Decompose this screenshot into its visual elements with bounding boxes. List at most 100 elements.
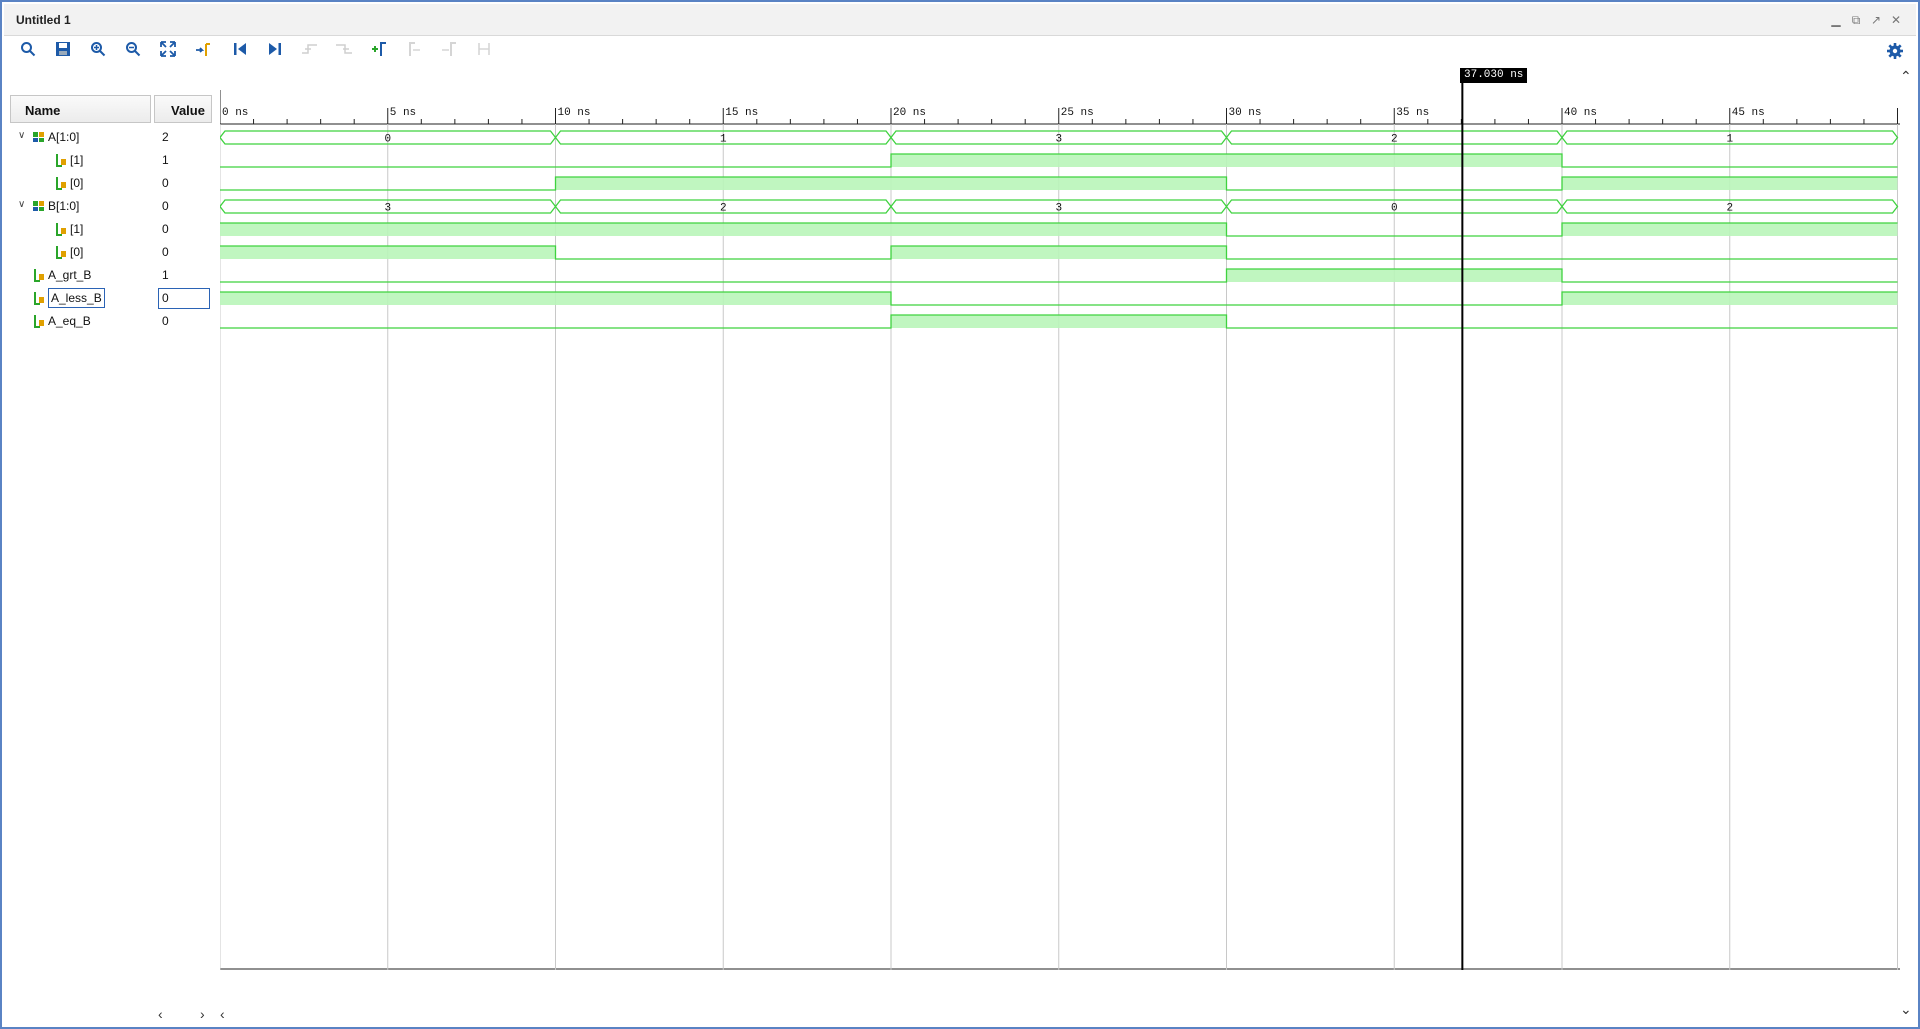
signal-name[interactable]: A[1:0]: [48, 130, 79, 144]
restore-icon[interactable]: ⧉: [1848, 12, 1864, 28]
scroll-up-icon[interactable]: ⌃: [1900, 68, 1912, 85]
signal-row[interactable]: A_eq_B 0: [10, 310, 214, 333]
time-tick-label: 30 ns: [1229, 107, 1262, 119]
time-tick-label: 45 ns: [1732, 107, 1765, 119]
bus-value-label: 2: [1726, 203, 1733, 215]
bus-value-label: 1: [1726, 134, 1733, 146]
zoom-fit-button[interactable]: [157, 40, 179, 61]
go-to-cursor-icon: [195, 41, 211, 62]
expand-chevron-icon[interactable]: ∨: [18, 130, 30, 142]
go-to-cursor-button[interactable]: [192, 41, 214, 61]
previous-transition-icon: [301, 41, 319, 62]
high-level-fill: [220, 292, 891, 305]
signal-value: 0: [162, 199, 169, 213]
bus-value-label: 0: [384, 134, 391, 146]
next-transition-icon: [335, 41, 353, 62]
bit-signal-icon: [54, 153, 68, 167]
go-to-end-button[interactable]: [264, 41, 286, 61]
bus-value-label: 3: [384, 203, 391, 215]
high-level-fill: [1562, 292, 1898, 305]
maximize-icon[interactable]: ↗: [1868, 12, 1884, 28]
high-level-fill: [555, 177, 1227, 190]
signal-row[interactable]: [1] 1: [10, 149, 214, 172]
time-tick-label: 10 ns: [558, 107, 591, 119]
high-level-fill: [220, 223, 1227, 236]
zoom-in-icon: [90, 41, 106, 62]
signal-name[interactable]: [1]: [70, 222, 83, 236]
time-tick-label: 35 ns: [1396, 107, 1429, 119]
swap-cursors-button[interactable]: [473, 41, 495, 61]
signal-row[interactable]: [0] 0: [10, 172, 214, 195]
minimize-icon[interactable]: ▁: [1828, 12, 1844, 28]
bit-signal-icon: [32, 268, 46, 282]
swap-cursors-icon: [476, 41, 492, 62]
wave-scroll-left-icon[interactable]: ‹: [220, 1006, 225, 1022]
add-marker-button[interactable]: [368, 41, 390, 61]
signal-row[interactable]: A_grt_B 1: [10, 264, 214, 287]
value-column-header[interactable]: Value: [154, 95, 212, 123]
bit-signal-icon: [54, 222, 68, 236]
time-tick-label: 5 ns: [390, 107, 416, 119]
signal-name[interactable]: B[1:0]: [48, 199, 79, 213]
search-icon: [20, 41, 36, 62]
bit-signal-icon: [54, 245, 68, 259]
waveform-canvas[interactable]: 0 ns 5 ns 10 ns 15 ns 20 ns 25 ns 30 ns 35 ns 40…: [220, 68, 1900, 970]
signal-name[interactable]: [0]: [70, 245, 83, 259]
expand-chevron-icon[interactable]: ∨: [18, 199, 30, 211]
name-column-header[interactable]: Name: [10, 95, 151, 123]
search-button[interactable]: [17, 41, 39, 61]
bus-value-label: 0: [1391, 203, 1398, 215]
signal-value: 1: [162, 268, 169, 282]
go-to-start-button[interactable]: [229, 41, 251, 61]
settings-gear-icon[interactable]: [1886, 42, 1904, 60]
next-marker-button[interactable]: [438, 41, 460, 61]
zoom-out-icon: [125, 41, 141, 62]
high-level-fill: [891, 154, 1562, 167]
signal-value: 0: [162, 222, 169, 236]
signal-name[interactable]: A_grt_B: [48, 268, 91, 282]
signal-row[interactable]: ∨ A[1:0] 2: [10, 126, 214, 149]
save-button[interactable]: [52, 41, 74, 61]
signal-name[interactable]: A_less_B: [48, 288, 105, 308]
signal-row[interactable]: A_less_B 0: [10, 287, 214, 310]
next-marker-icon: [441, 41, 457, 62]
signal-row[interactable]: [0] 0: [10, 241, 214, 264]
signal-name[interactable]: [1]: [70, 153, 83, 167]
bit-signal-icon: [54, 176, 68, 190]
go-to-end-icon: [267, 41, 283, 62]
bus-value-label: 3: [1055, 134, 1062, 146]
bus-signal-icon: [32, 199, 46, 213]
bus-value-label: 1: [720, 134, 727, 146]
horizontal-scrollbar[interactable]: ‹ › ‹: [152, 1006, 1916, 1024]
signal-value: 0: [162, 314, 169, 328]
next-transition-button[interactable]: [333, 41, 355, 61]
cursor-time-label: 37.030 ns: [1460, 68, 1528, 83]
zoom-in-button[interactable]: [87, 41, 109, 61]
time-tick-label: 15 ns: [725, 107, 758, 119]
time-tick-label: 25 ns: [1061, 107, 1094, 119]
bus-value-label: 2: [720, 203, 727, 215]
zoom-out-button[interactable]: [122, 41, 144, 61]
signal-row[interactable]: [1] 0: [10, 218, 214, 241]
signal-row[interactable]: ∨ B[1:0] 0: [10, 195, 214, 218]
signal-name[interactable]: [0]: [70, 176, 83, 190]
signal-value: 2: [162, 130, 169, 144]
signal-value: 1: [162, 153, 169, 167]
high-level-fill: [891, 315, 1227, 328]
signal-value: 0: [162, 176, 169, 190]
bus-value-label: 2: [1391, 134, 1398, 146]
previous-marker-button[interactable]: [403, 41, 425, 61]
bit-signal-icon: [32, 314, 46, 328]
signal-name[interactable]: A_eq_B: [48, 314, 91, 328]
high-level-fill: [220, 246, 556, 259]
signal-value[interactable]: 0: [158, 288, 210, 309]
scroll-right-icon[interactable]: ›: [200, 1006, 205, 1022]
close-icon[interactable]: ✕: [1888, 12, 1904, 28]
waveform-viewer[interactable]: 0 ns 5 ns 10 ns 15 ns 20 ns 25 ns 30 ns 35 ns 40…: [220, 68, 1900, 970]
vertical-scrollbar[interactable]: ⌃ ⌄: [1900, 68, 1912, 1018]
previous-transition-button[interactable]: [299, 41, 321, 61]
high-level-fill: [891, 246, 1227, 259]
save-icon: [55, 41, 71, 62]
time-tick-label: 20 ns: [893, 107, 926, 119]
scroll-left-icon[interactable]: ‹: [158, 1006, 163, 1022]
